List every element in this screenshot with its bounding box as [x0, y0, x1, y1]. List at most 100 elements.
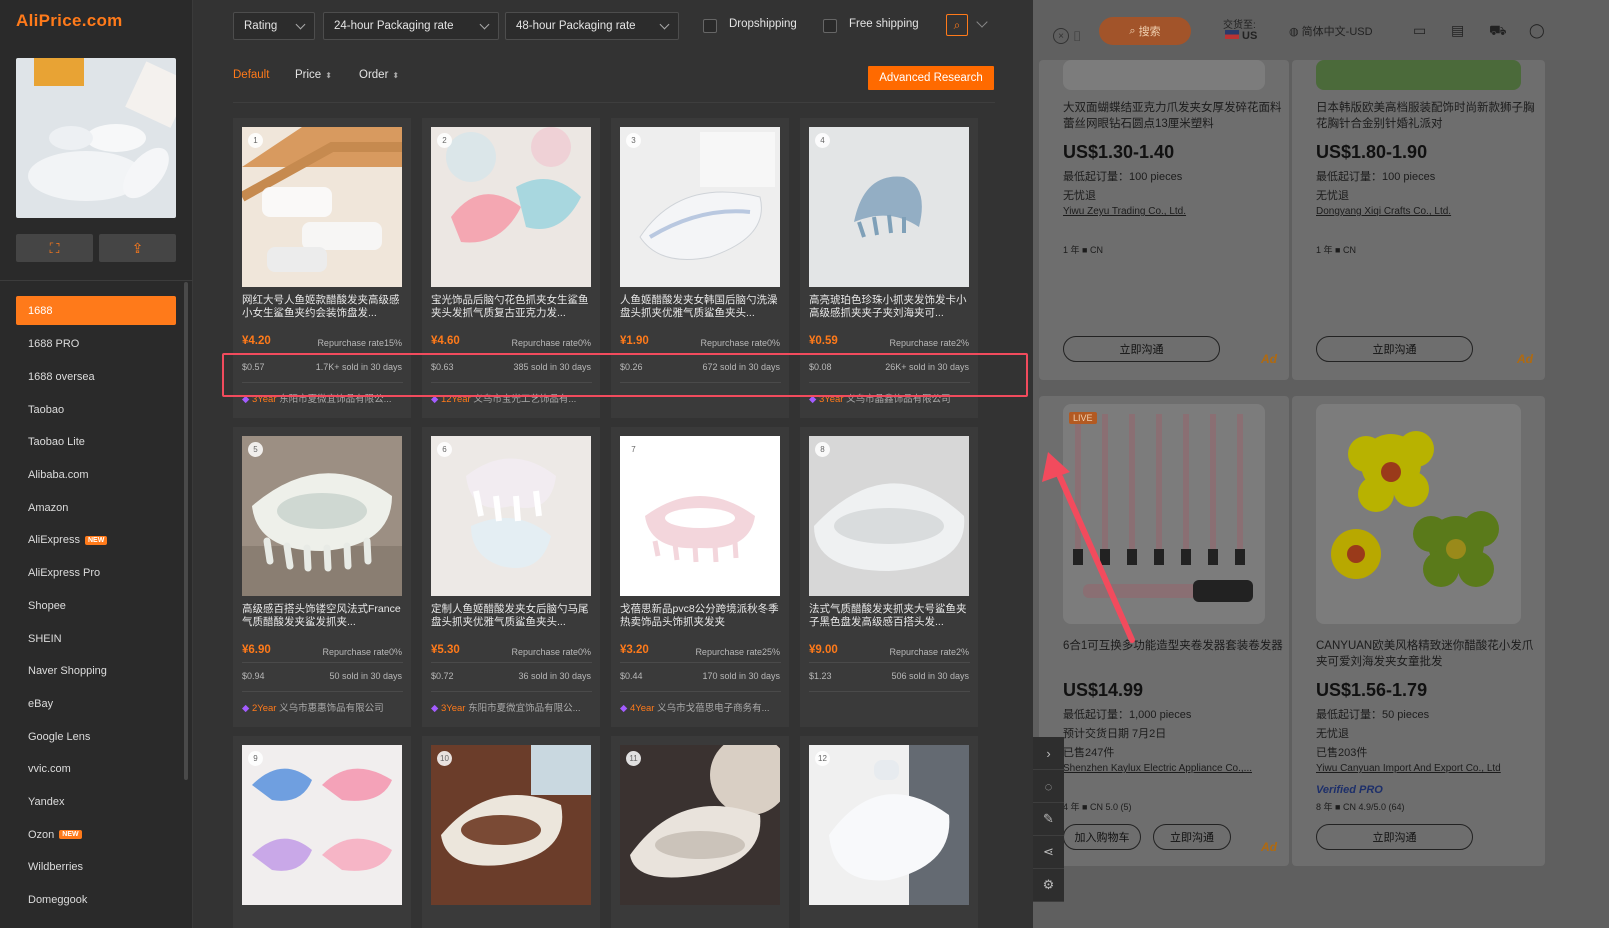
message-icon[interactable]: ▭: [1413, 22, 1426, 39]
product-title[interactable]: 高亮琥珀色珍珠小抓夹发饰发卡小高级感抓夹夹子夹刘海夹可...: [809, 294, 970, 320]
sort-default[interactable]: Default: [233, 69, 269, 81]
seller-info[interactable]: ◆ 2Year 义乌市惠惠饰品有限公司: [242, 700, 403, 714]
web-product-image[interactable]: LIVE: [1063, 404, 1265, 624]
product-image[interactable]: 9: [242, 745, 402, 905]
web-product-card[interactable]: LIVE 6合1可互换多功能造型夹卷发器套装卷发器 US$14.99 最低起订量：1,…: [1039, 396, 1289, 866]
collapse-button[interactable]: ›: [1033, 737, 1064, 770]
clear-icon[interactable]: ×: [1053, 28, 1069, 44]
product-card[interactable]: 9: [233, 736, 411, 928]
product-title[interactable]: 法式气质醋酸发夹抓夹大号鲨鱼夹子黑色盘发高级感百搭头发...: [809, 603, 970, 629]
chevron-down-icon[interactable]: [976, 16, 988, 28]
source-item[interactable]: AliExpress Pro: [16, 557, 176, 590]
web-product-image[interactable]: [1316, 60, 1521, 90]
pack48-select[interactable]: 48-hour Packaging rate: [505, 12, 679, 40]
product-image[interactable]: 6: [431, 436, 591, 596]
contact-button[interactable]: 立即沟通: [1316, 824, 1473, 850]
web-product-card[interactable]: 大双面蝴蝶结亚克力爪发夹女厚发碎花面料蕾丝网眼钻石圆点13厘米塑料 US$1.30…: [1039, 60, 1289, 380]
web-product-image[interactable]: [1316, 404, 1521, 624]
product-image[interactable]: 3: [620, 127, 780, 287]
source-item[interactable]: Yandex: [16, 786, 176, 819]
product-card[interactable]: 7 戈蓓思新品pvc8公分跨境派秋冬季热卖饰品头饰抓夹发夹 ¥3.20 Repurch…: [611, 427, 789, 727]
edit-button[interactable]: ✎: [1033, 803, 1064, 836]
source-item[interactable]: AliExpress NEW: [16, 524, 176, 557]
source-item[interactable]: Taobao Lite: [16, 426, 176, 459]
source-item[interactable]: Amazon: [16, 491, 176, 524]
contact-button[interactable]: 立即沟通: [1063, 336, 1220, 362]
orders-icon[interactable]: ▤: [1451, 22, 1464, 39]
product-card[interactable]: 12: [800, 736, 978, 928]
source-item[interactable]: 1688: [16, 296, 176, 325]
sort-order[interactable]: Order ⬍: [359, 69, 399, 81]
supplier-link[interactable]: Shenzhen Kaylux Electric Appliance Co.,.…: [1063, 763, 1288, 774]
product-title[interactable]: 宝光饰品后脑勺花色抓夹女生鲨鱼夹头发抓气质复古亚克力发...: [431, 294, 592, 320]
add-to-cart-button[interactable]: 加入购物车: [1063, 824, 1141, 850]
supplier-link[interactable]: Dongyang Xiqi Crafts Co., Ltd.: [1316, 206, 1541, 217]
product-title[interactable]: 人鱼姬醋酸发夹女韩国后脑勺洗澡盘头抓夹优雅气质鲨鱼夹头...: [620, 294, 781, 320]
product-card[interactable]: 8 法式气质醋酸发夹抓夹大号鲨鱼夹子黑色盘发高级感百搭头发... ¥9.00 Repu…: [800, 427, 978, 727]
product-title[interactable]: 网红大号人鱼姬款醋酸发夹高级感小女生鲨鱼夹约会装饰盘发...: [242, 294, 403, 320]
product-image[interactable]: 12: [809, 745, 969, 905]
advanced-research-button[interactable]: Advanced Research: [868, 66, 994, 90]
web-product-card[interactable]: CANYUAN欧美风格精致迷你醋酸花小发爪夹可爱刘海发夹女童批发 US$1.56-…: [1292, 396, 1545, 866]
source-item[interactable]: Ozon NEW: [16, 818, 176, 851]
web-product-title[interactable]: CANYUAN欧美风格精致迷你醋酸花小发爪夹可爱刘海发夹女童批发: [1316, 638, 1541, 670]
product-image[interactable]: 2: [431, 127, 591, 287]
product-card[interactable]: 5 高级感百搭头饰镂空风法式France气质醋酸发夹鲨发抓夹... ¥6.90 Rep…: [233, 427, 411, 727]
filter-search-button[interactable]: ⌕: [946, 14, 968, 36]
product-card[interactable]: 11: [611, 736, 789, 928]
product-card[interactable]: 6 定制人鱼姬醋酸发夹女后脑勺马尾盘头抓夹优雅气质鲨鱼夹头... ¥5.30 Repu…: [422, 427, 600, 727]
source-item[interactable]: vvic.com: [16, 753, 176, 786]
source-item[interactable]: Wildberries: [16, 851, 176, 884]
sidebar-scrollbar[interactable]: [184, 282, 188, 780]
upload-button[interactable]: ⇪: [99, 234, 176, 262]
source-item[interactable]: Alibaba.com: [16, 459, 176, 492]
product-image[interactable]: 10: [431, 745, 591, 905]
query-image[interactable]: [16, 58, 176, 218]
supplier-link[interactable]: Yiwu Canyuan Import And Export Co., Ltd: [1316, 763, 1541, 774]
contact-button[interactable]: 立即沟通: [1316, 336, 1473, 362]
product-image[interactable]: 7: [620, 436, 780, 596]
source-item[interactable]: 1688 oversea: [16, 361, 176, 394]
web-search-button[interactable]: ⌕ 搜索: [1099, 17, 1191, 45]
seller-info[interactable]: ◆ 4Year 义乌市戈蓓思电子商务有...: [620, 700, 781, 714]
contact-button[interactable]: 立即沟通: [1153, 824, 1231, 850]
product-title[interactable]: 高级感百搭头饰镂空风法式France气质醋酸发夹鲨发抓夹...: [242, 603, 403, 629]
source-item[interactable]: Domeggook: [16, 884, 176, 917]
sort-price[interactable]: Price ⬍: [295, 69, 332, 81]
product-image[interactable]: 8: [809, 436, 969, 596]
free-shipping-checkbox[interactable]: [823, 19, 837, 33]
dropshipping-checkbox[interactable]: [703, 19, 717, 33]
crop-button[interactable]: ⛶: [16, 234, 93, 262]
source-item[interactable]: Naver Shopping: [16, 655, 176, 688]
share-button[interactable]: ⋖: [1033, 836, 1064, 869]
source-item[interactable]: eBay: [16, 688, 176, 721]
pack24-select[interactable]: 24-hour Packaging rate: [323, 12, 499, 40]
web-product-title[interactable]: 日本韩版欧美高档服装配饰时尚新款狮子胸花胸针合金别针婚礼派对: [1316, 100, 1541, 132]
rating-select[interactable]: Rating: [233, 12, 315, 40]
source-item[interactable]: 1688 PRO: [16, 328, 176, 361]
product-title[interactable]: 戈蓓思新品pvc8公分跨境派秋冬季热卖饰品头饰抓夹发夹: [620, 603, 781, 629]
product-image[interactable]: 11: [620, 745, 780, 905]
camera-icon[interactable]: ⌷: [1073, 28, 1081, 45]
settings-button[interactable]: ⚙: [1033, 869, 1064, 902]
product-image[interactable]: 1: [242, 127, 402, 287]
product-title[interactable]: 定制人鱼姬醋酸发夹女后脑勺马尾盘头抓夹优雅气质鲨鱼夹头...: [431, 603, 592, 629]
source-item[interactable]: Taobao: [16, 393, 176, 426]
web-product-title[interactable]: 6合1可互换多功能造型夹卷发器套装卷发器: [1063, 638, 1288, 654]
web-product-card[interactable]: 日本韩版欧美高档服装配饰时尚新款狮子胸花胸针合金别针婚礼派对 US$1.80-1.…: [1292, 60, 1545, 380]
cart-icon[interactable]: ⛟: [1489, 22, 1507, 41]
web-product-title[interactable]: 大双面蝴蝶结亚克力爪发夹女厚发碎花面料蕾丝网眼钻石圆点13厘米塑料: [1063, 100, 1288, 132]
seller-info[interactable]: ◆ 3Year 东阳市夏微宜饰品有限公...: [431, 700, 592, 714]
product-card[interactable]: 10: [422, 736, 600, 928]
product-image[interactable]: 5: [242, 436, 402, 596]
source-item[interactable]: Google Lens: [16, 720, 176, 753]
user-icon[interactable]: ◯: [1529, 22, 1545, 39]
source-item[interactable]: Shopee: [16, 590, 176, 623]
web-product-image[interactable]: [1063, 60, 1265, 90]
supplier-link[interactable]: Yiwu Zeyu Trading Co., Ltd.: [1063, 206, 1288, 217]
ship-to-country[interactable]: US: [1225, 30, 1257, 42]
language-select[interactable]: ◍ 简体中文-USD: [1289, 23, 1373, 39]
source-item[interactable]: SHEIN: [16, 622, 176, 655]
product-image[interactable]: 4: [809, 127, 969, 287]
chat-button[interactable]: ◌: [1033, 770, 1064, 803]
